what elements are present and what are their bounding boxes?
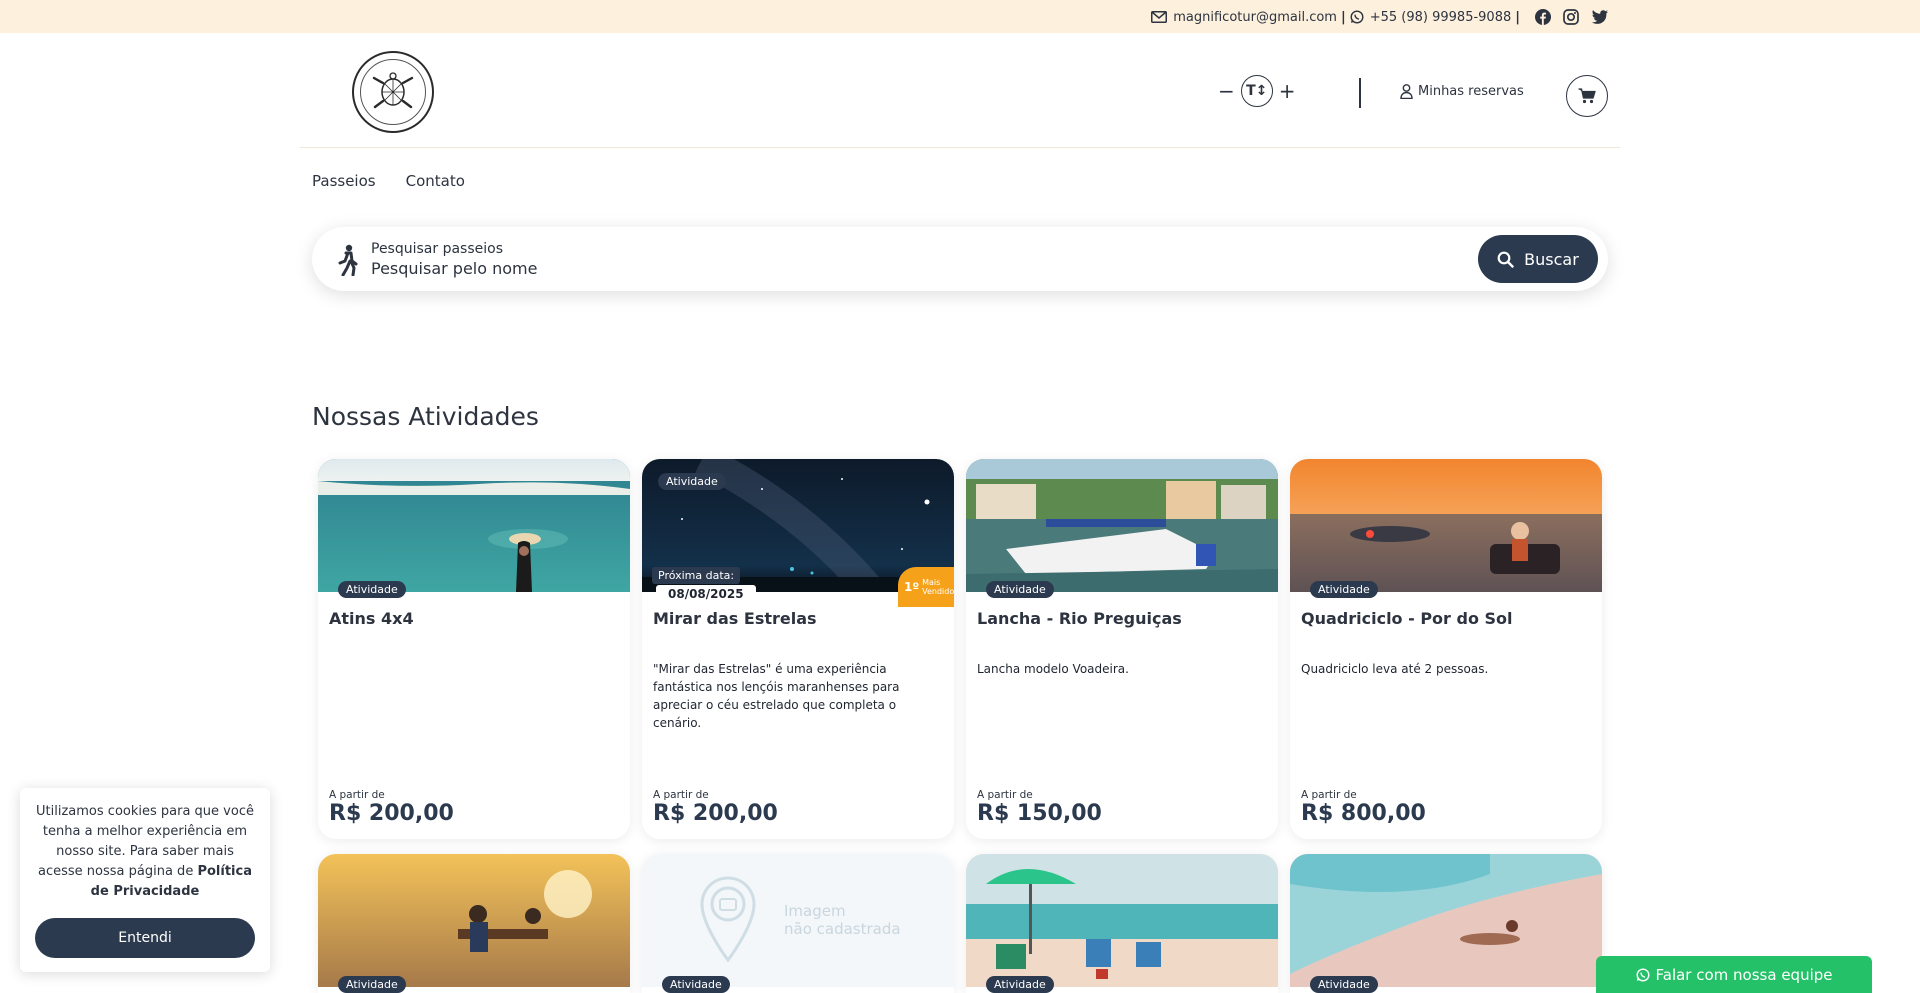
activity-title: Mirar das Estrelas xyxy=(653,609,817,628)
search-icon xyxy=(1497,251,1514,268)
activity-badge: Atividade xyxy=(338,976,406,993)
separator: | xyxy=(1340,9,1346,25)
activity-badge: Atividade xyxy=(986,976,1054,993)
activity-description: "Mirar das Estrelas" é uma experiência f… xyxy=(653,662,900,730)
no-image-placeholder: Imagem não cadastrada xyxy=(642,854,954,987)
activity-photo xyxy=(318,854,630,987)
activity-badge: Atividade xyxy=(338,581,406,598)
cookie-accept-label: Entendi xyxy=(118,930,172,946)
cookie-accept-button[interactable]: Entendi xyxy=(35,918,255,958)
separator: | xyxy=(1515,9,1520,25)
price-from-label: A partir de xyxy=(329,789,385,801)
cart-button[interactable] xyxy=(1566,75,1608,117)
site-logo[interactable] xyxy=(352,51,434,133)
cart-icon xyxy=(1578,88,1596,104)
whatsapp-chat-button[interactable]: Falar com nossa equipe xyxy=(1596,956,1872,993)
search-input[interactable] xyxy=(371,259,1371,278)
activity-photo xyxy=(1290,459,1602,592)
search-label: Pesquisar passeios xyxy=(371,241,503,257)
no-image-line1: Imagem xyxy=(784,902,846,920)
activity-card[interactable]: Atividade Atins 4x4 A partir de R$ 200,0… xyxy=(318,459,630,839)
mail-icon xyxy=(1151,11,1168,23)
font-increase-button[interactable]: + xyxy=(1279,79,1296,103)
my-reservations-label: Minhas reservas xyxy=(1418,84,1524,99)
user-icon xyxy=(1400,84,1413,99)
section-title: Nossas Atividades xyxy=(312,402,539,431)
ribbon-rank: 1º xyxy=(904,580,920,594)
walking-person-icon xyxy=(338,244,358,276)
activity-photo xyxy=(966,459,1278,592)
whatsapp-icon xyxy=(1635,967,1650,982)
activity-price: R$ 200,00 xyxy=(329,801,454,826)
activity-title: Lancha - Rio Preguiças xyxy=(977,609,1182,628)
activity-card[interactable]: Atividade Próxima data: 08/08/2025 1º Ma… xyxy=(642,459,954,839)
email-text: magnificotur@gmail.com xyxy=(1173,9,1337,25)
activity-description: Lancha modelo Voadeira. xyxy=(977,662,1129,676)
activity-card[interactable]: Atividade xyxy=(318,854,630,993)
whatsapp-icon xyxy=(1350,10,1364,24)
search-button-label: Buscar xyxy=(1524,249,1579,269)
site-header: − T↕ + Minhas reservas xyxy=(300,33,1620,148)
ribbon-text: Mais Vendido xyxy=(922,578,954,596)
turtle-logo-icon xyxy=(360,59,426,125)
contact-info: magnificotur@gmail.com | +55 (98) 99985-… xyxy=(1151,7,1608,27)
activity-description: Quadriciclo leva até 2 pessoas. xyxy=(1301,662,1489,676)
my-reservations-link[interactable]: Minhas reservas xyxy=(1400,84,1524,99)
activity-badge: Atividade xyxy=(658,473,726,490)
price-from-label: A partir de xyxy=(977,789,1033,801)
phone-text: +55 (98) 99985-9088 xyxy=(1369,9,1512,25)
next-date-value: 08/08/2025 xyxy=(656,585,756,603)
activity-price: R$ 800,00 xyxy=(1301,801,1426,826)
main-nav: Passeios Contato xyxy=(312,172,465,190)
search-bar: Pesquisar passeios Buscar xyxy=(312,227,1608,291)
activity-card[interactable]: Atividade Quadriciclo - Por do Sol Quadr… xyxy=(1290,459,1602,839)
nav-item-passeios[interactable]: Passeios xyxy=(312,172,376,190)
whatsapp-label: Falar com nossa equipe xyxy=(1655,965,1833,984)
activity-card[interactable]: Atividade xyxy=(1290,854,1602,993)
twitter-icon[interactable] xyxy=(1590,8,1608,26)
next-date-label: Próxima data: xyxy=(652,567,741,584)
activity-photo xyxy=(318,459,630,592)
cookie-banner: Utilizamos cookies para que você tenha a… xyxy=(20,788,270,972)
map-pin-icon xyxy=(700,876,756,963)
no-image-text: Imagem não cadastrada xyxy=(784,902,901,938)
activity-title: Atins 4x4 xyxy=(329,609,414,628)
activity-photo xyxy=(966,854,1278,987)
search-button[interactable]: Buscar xyxy=(1478,235,1598,283)
price-from-label: A partir de xyxy=(653,789,709,801)
activity-title: Quadriciclo - Por do Sol xyxy=(1301,609,1513,628)
activity-price: R$ 200,00 xyxy=(653,801,778,826)
best-seller-ribbon: 1º Mais Vendido xyxy=(898,567,954,607)
nav-item-contato[interactable]: Contato xyxy=(406,172,465,190)
top-contact-bar: magnificotur@gmail.com | +55 (98) 99985-… xyxy=(0,0,1920,33)
activity-photo xyxy=(1290,854,1602,987)
text-size-icon: T↕ xyxy=(1240,75,1273,107)
activity-card[interactable]: Atividade xyxy=(966,854,1278,993)
phone-link[interactable]: +55 (98) 99985-9088 xyxy=(1350,9,1512,25)
activity-badge: Atividade xyxy=(1310,581,1378,598)
activity-badge: Atividade xyxy=(662,976,730,993)
activity-badge: Atividade xyxy=(1310,976,1378,993)
facebook-icon[interactable] xyxy=(1534,8,1552,26)
no-image-line2: não cadastrada xyxy=(784,920,901,938)
font-size-controls: − T↕ + xyxy=(1218,75,1296,107)
activity-price: R$ 150,00 xyxy=(977,801,1102,826)
activity-card[interactable]: Atividade Lancha - Rio Preguiças Lancha … xyxy=(966,459,1278,839)
email-link[interactable]: magnificotur@gmail.com xyxy=(1151,10,1337,25)
header-divider xyxy=(1359,78,1361,108)
activity-badge: Atividade xyxy=(986,581,1054,598)
instagram-icon[interactable] xyxy=(1562,8,1580,26)
font-decrease-button[interactable]: − xyxy=(1218,79,1235,103)
activity-card[interactable]: Imagem não cadastrada Atividade xyxy=(642,854,954,993)
price-from-label: A partir de xyxy=(1301,789,1357,801)
